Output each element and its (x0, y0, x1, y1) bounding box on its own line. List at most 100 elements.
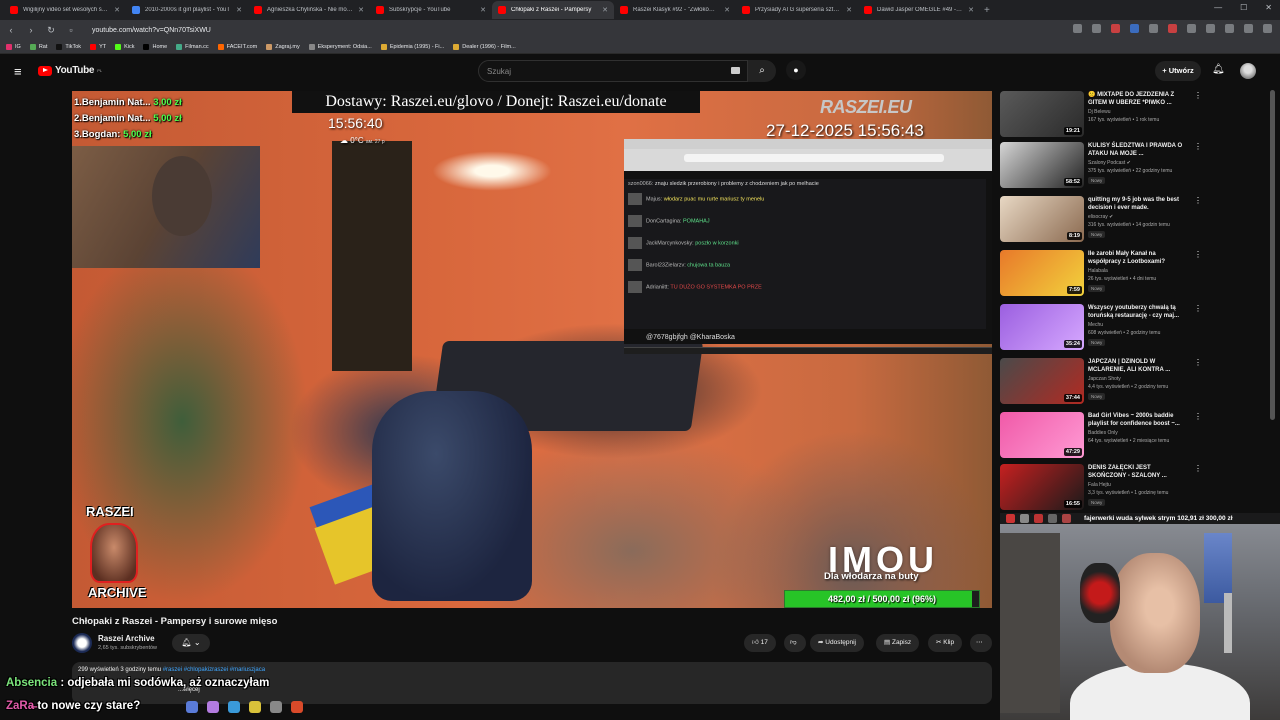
extension-icon[interactable] (1168, 24, 1177, 33)
recommended-video[interactable]: 19:21 🙁 MIXTAPE DO JEZDZENIA Z GITEM W UB… (1000, 91, 1202, 137)
recommended-video[interactable]: 58:52 KULISY ŚLEDZTWA I PRAWDA O ATAKU NA… (1000, 142, 1202, 188)
close-tab-icon[interactable]: ✕ (846, 6, 852, 14)
browser-tab[interactable]: 2010-2000s it girl playlist - YouT ✕ (126, 1, 248, 19)
channel-name[interactable]: elisocray ✔ (1088, 214, 1113, 220)
brave-icon[interactable] (291, 701, 303, 713)
extension-icon[interactable] (1149, 24, 1158, 33)
close-tab-icon[interactable]: ✕ (480, 6, 486, 14)
app-icon[interactable] (228, 701, 240, 713)
browser-tab[interactable]: Agnieszka Chylińska - Nie mogę Cię ✕ (248, 1, 370, 19)
browser-tab[interactable]: Przysiady ATG superseria sztanga i f ✕ (736, 1, 858, 19)
bookmark-item[interactable]: Zagraj.my (266, 43, 300, 50)
bookmark-item[interactable]: Kick (115, 43, 134, 50)
close-tab-icon[interactable]: ✕ (358, 6, 364, 14)
subscription-bell-button[interactable]: 🔔︎ ⌄ (172, 634, 210, 652)
forward-icon[interactable]: › (26, 25, 36, 35)
download-icon[interactable] (1206, 24, 1215, 33)
link-icon[interactable] (1225, 24, 1234, 33)
bookmark-item[interactable]: Filman.cc (176, 43, 209, 50)
channel-name[interactable]: Dj Belewu (1088, 109, 1111, 115)
bookmark-item[interactable]: Rat (29, 43, 47, 50)
video-title[interactable]: KULISY ŚLEDZTWA I PRAWDA O ATAKU NA MOJE… (1088, 142, 1186, 158)
channel-name[interactable]: Japczan Shoty (1088, 376, 1121, 382)
account-avatar[interactable] (1240, 63, 1256, 79)
keyboard-icon[interactable] (731, 67, 740, 74)
brave-shield-icon[interactable] (1111, 24, 1120, 33)
video-title[interactable]: 🙁 MIXTAPE DO JEZDZENIA Z GITEM W UBERZE … (1088, 91, 1186, 107)
voice-search-button[interactable]: ● (786, 60, 806, 80)
recommended-video[interactable]: 47:29 Bad Girl Vibes ~ 2000s baddie playl… (1000, 412, 1202, 458)
app-icon[interactable] (186, 701, 198, 713)
bookmark-icon[interactable]: ▫ (66, 25, 76, 35)
bookmark-item[interactable]: TikTok (56, 43, 81, 50)
channel-name[interactable]: Szalony Podcast ✔ (1088, 160, 1131, 166)
video-thumbnail[interactable]: 58:52 (1000, 142, 1084, 188)
back-icon[interactable]: ‹ (6, 25, 16, 35)
channel-name[interactable]: Mechu (1088, 322, 1103, 328)
browser-tab[interactable]: Wigilijny video set wesołych świąt ie ✕ (4, 1, 126, 19)
browser-tab[interactable]: Chłopaki z Raszei - Pampersy ✕ (492, 1, 614, 19)
channel-name[interactable]: Halabala (1088, 268, 1108, 274)
video-thumbnail[interactable]: 47:29 (1000, 412, 1084, 458)
recommended-video[interactable]: 35:24 Wszyscy youtuberzy chwalą tą toruńs… (1000, 304, 1202, 350)
share-icon[interactable] (1092, 24, 1101, 33)
video-title[interactable]: JAPCZAN | DZINOLD W MCLARENIE, ALI KONTR… (1088, 358, 1186, 374)
video-thumbnail[interactable]: 19:21 (1000, 91, 1084, 137)
bookmark-item[interactable]: FACEIT.com (217, 43, 257, 50)
recommended-video[interactable]: 7:59 Ile zarobi Mały Kanał na współpracy … (1000, 250, 1202, 296)
video-title[interactable]: quitting my 9-5 job was the best decisio… (1088, 196, 1186, 212)
menu-icon[interactable] (1263, 24, 1272, 33)
more-options-icon[interactable]: ⋮ (1194, 304, 1202, 313)
bookmark-item[interactable]: Epidemia (1995) - Fi... (380, 43, 444, 50)
close-tab-icon[interactable]: ✕ (236, 6, 242, 14)
dislike-button[interactable]: 👎︎ (784, 634, 806, 652)
show-more-link[interactable]: ...więcej (178, 687, 986, 693)
browser-tab[interactable]: Subskrypcje - YouTube ✕ (370, 1, 492, 19)
notifications-bell-icon[interactable]: 🔔︎ (1212, 64, 1225, 75)
youtube-logo[interactable]: YouTube PL (38, 65, 102, 76)
maximize-icon[interactable]: ☐ (1240, 3, 1247, 12)
video-thumbnail[interactable]: 7:59 (1000, 250, 1084, 296)
bookmark-item[interactable]: Home (143, 43, 167, 50)
video-thumbnail[interactable]: 35:24 (1000, 304, 1084, 350)
more-options-icon[interactable]: ⋮ (1194, 142, 1202, 151)
video-thumbnail[interactable]: 8:19 (1000, 196, 1084, 242)
video-title[interactable]: Wszyscy youtuberzy chwalą tą toruńską re… (1088, 304, 1186, 320)
recommended-video[interactable]: 8:19 quitting my 9-5 job was the best dec… (1000, 196, 1202, 242)
more-options-icon[interactable]: ⋮ (1194, 196, 1202, 205)
channel-name[interactable]: Raszei Archive (98, 634, 155, 643)
video-thumbnail[interactable]: 16:55 (1000, 464, 1084, 510)
like-button[interactable]: 👍︎ 17 (744, 634, 776, 652)
more-actions-button[interactable]: ⋯ (970, 634, 992, 652)
more-options-icon[interactable]: ⋮ (1194, 464, 1202, 473)
bookmark-item[interactable]: IG (6, 43, 21, 50)
app-icon[interactable] (207, 701, 219, 713)
app-icon[interactable] (270, 701, 282, 713)
search-input[interactable]: Szukaj (478, 60, 748, 82)
minimize-icon[interactable]: — (1214, 3, 1222, 12)
close-tab-icon[interactable]: ✕ (968, 6, 974, 14)
close-tab-icon[interactable]: ✕ (724, 6, 730, 14)
more-options-icon[interactable]: ⋮ (1194, 250, 1202, 259)
translate-icon[interactable] (1073, 24, 1082, 33)
close-window-icon[interactable]: ✕ (1265, 3, 1272, 12)
channel-avatar[interactable] (72, 633, 92, 653)
hashtags[interactable]: #raszei #chlopakizraszei #mariuszjaca (163, 667, 265, 673)
video-title[interactable]: Ile zarobi Mały Kanał na współpracy z Lo… (1088, 250, 1186, 266)
close-tab-icon[interactable]: ✕ (114, 6, 120, 14)
recommended-video[interactable]: 37:44 JAPCZAN | DZINOLD W MCLARENIE, ALI … (1000, 358, 1202, 404)
share-button[interactable]: ➦ Udostępnij (810, 634, 864, 652)
recommended-video[interactable]: 16:55 DENIS ZAŁĘCKI JEST SKOŃCZONY - SZAL… (1000, 464, 1202, 510)
video-player[interactable]: 1.Benjamin Nat... 3,00 zł 2.Benjamin Nat.… (72, 91, 992, 608)
bookmark-item[interactable]: Dealer (1996) - Film... (453, 43, 516, 50)
extension-icon[interactable] (1130, 24, 1139, 33)
more-options-icon[interactable]: ⋮ (1194, 412, 1202, 421)
search-button[interactable]: ⌕ (748, 60, 776, 82)
more-options-icon[interactable]: ⋮ (1194, 91, 1202, 100)
bookmark-item[interactable]: YT (90, 43, 106, 50)
menu-icon[interactable]: ≡ (14, 64, 22, 79)
more-options-icon[interactable]: ⋮ (1194, 358, 1202, 367)
video-thumbnail[interactable]: 37:44 (1000, 358, 1084, 404)
close-tab-icon[interactable]: ✕ (602, 6, 608, 14)
new-tab-button[interactable]: + (984, 5, 990, 16)
